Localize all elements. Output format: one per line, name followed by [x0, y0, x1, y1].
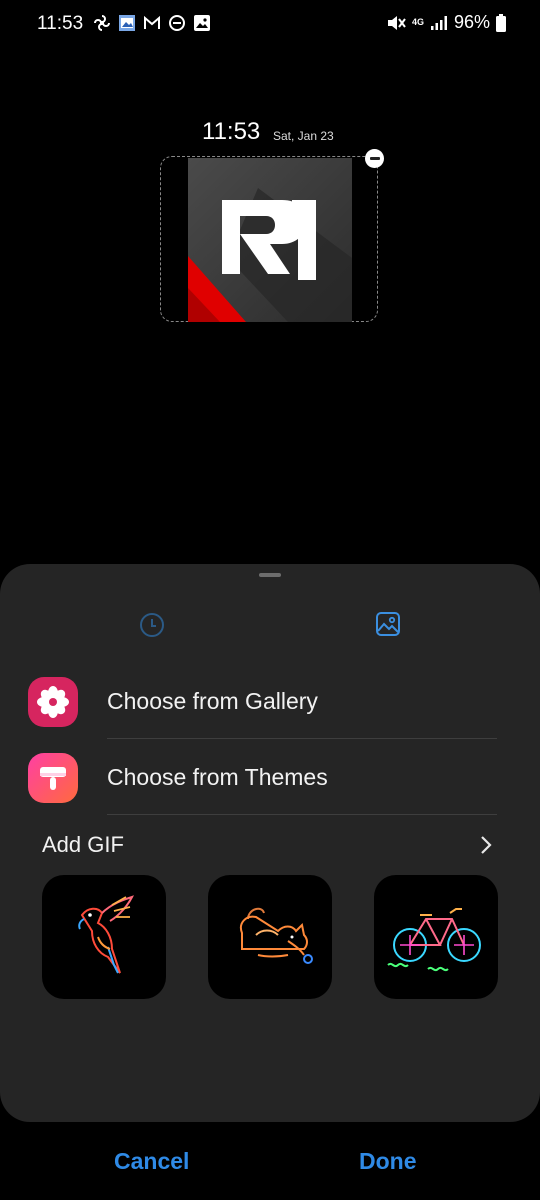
done-button[interactable]: Done — [359, 1148, 417, 1175]
gmail-icon — [144, 15, 160, 29]
add-gif-title: Add GIF — [42, 832, 124, 857]
themes-brush-icon — [28, 753, 78, 803]
r7-logo-image — [188, 158, 352, 322]
chevron-right-icon — [481, 836, 492, 854]
neon-cat-image — [240, 907, 313, 964]
gallery-flower-icon — [28, 677, 78, 727]
bottom-sheet: Choose from Gallery Choose from Themes A… — [0, 564, 540, 1122]
battery-percent: 96% — [453, 12, 490, 32]
preview-clock-time: 11:53 — [202, 118, 261, 145]
battery-icon — [496, 13, 506, 32]
pinwheel-icon — [94, 15, 110, 31]
clock-icon — [140, 613, 164, 637]
divider — [107, 814, 497, 815]
choose-from-themes-row[interactable]: Choose from Themes — [0, 740, 540, 816]
choose-from-themes-label: Choose from Themes — [107, 764, 328, 790]
minus-icon — [369, 157, 380, 160]
system-icons: 4G 96% — [386, 12, 506, 33]
dnd-icon — [169, 15, 185, 31]
divider — [107, 738, 497, 739]
add-gif-more-button[interactable] — [478, 834, 494, 861]
mute-icon — [387, 15, 406, 30]
sheet-drag-handle[interactable] — [259, 573, 281, 577]
status-time: 11:53 — [37, 13, 84, 34]
notification-icons — [93, 13, 211, 33]
status-bar: 11:53 4G 96% — [0, 0, 540, 46]
choose-from-gallery-row[interactable]: Choose from Gallery — [0, 664, 540, 740]
preview-wallpaper-image[interactable] — [188, 158, 352, 322]
gif-bicycle[interactable] — [374, 875, 498, 999]
photo-app-icon — [119, 15, 135, 31]
image-icon — [376, 612, 400, 636]
signal-icon — [430, 15, 447, 30]
neon-parrot-image — [78, 895, 134, 974]
cancel-button[interactable]: Cancel — [114, 1148, 189, 1175]
neon-bicycle-image — [387, 908, 481, 972]
network-type: 4G — [411, 17, 424, 27]
tab-image[interactable] — [374, 610, 402, 643]
gallery-icon — [194, 15, 210, 31]
gif-parrot[interactable] — [42, 875, 166, 999]
remove-image-button[interactable] — [365, 149, 384, 168]
tab-clock[interactable] — [138, 611, 166, 644]
gif-cat[interactable] — [208, 875, 332, 999]
preview-clock-date: Sat, Jan 23 — [273, 129, 334, 143]
choose-from-gallery-label: Choose from Gallery — [107, 688, 318, 714]
